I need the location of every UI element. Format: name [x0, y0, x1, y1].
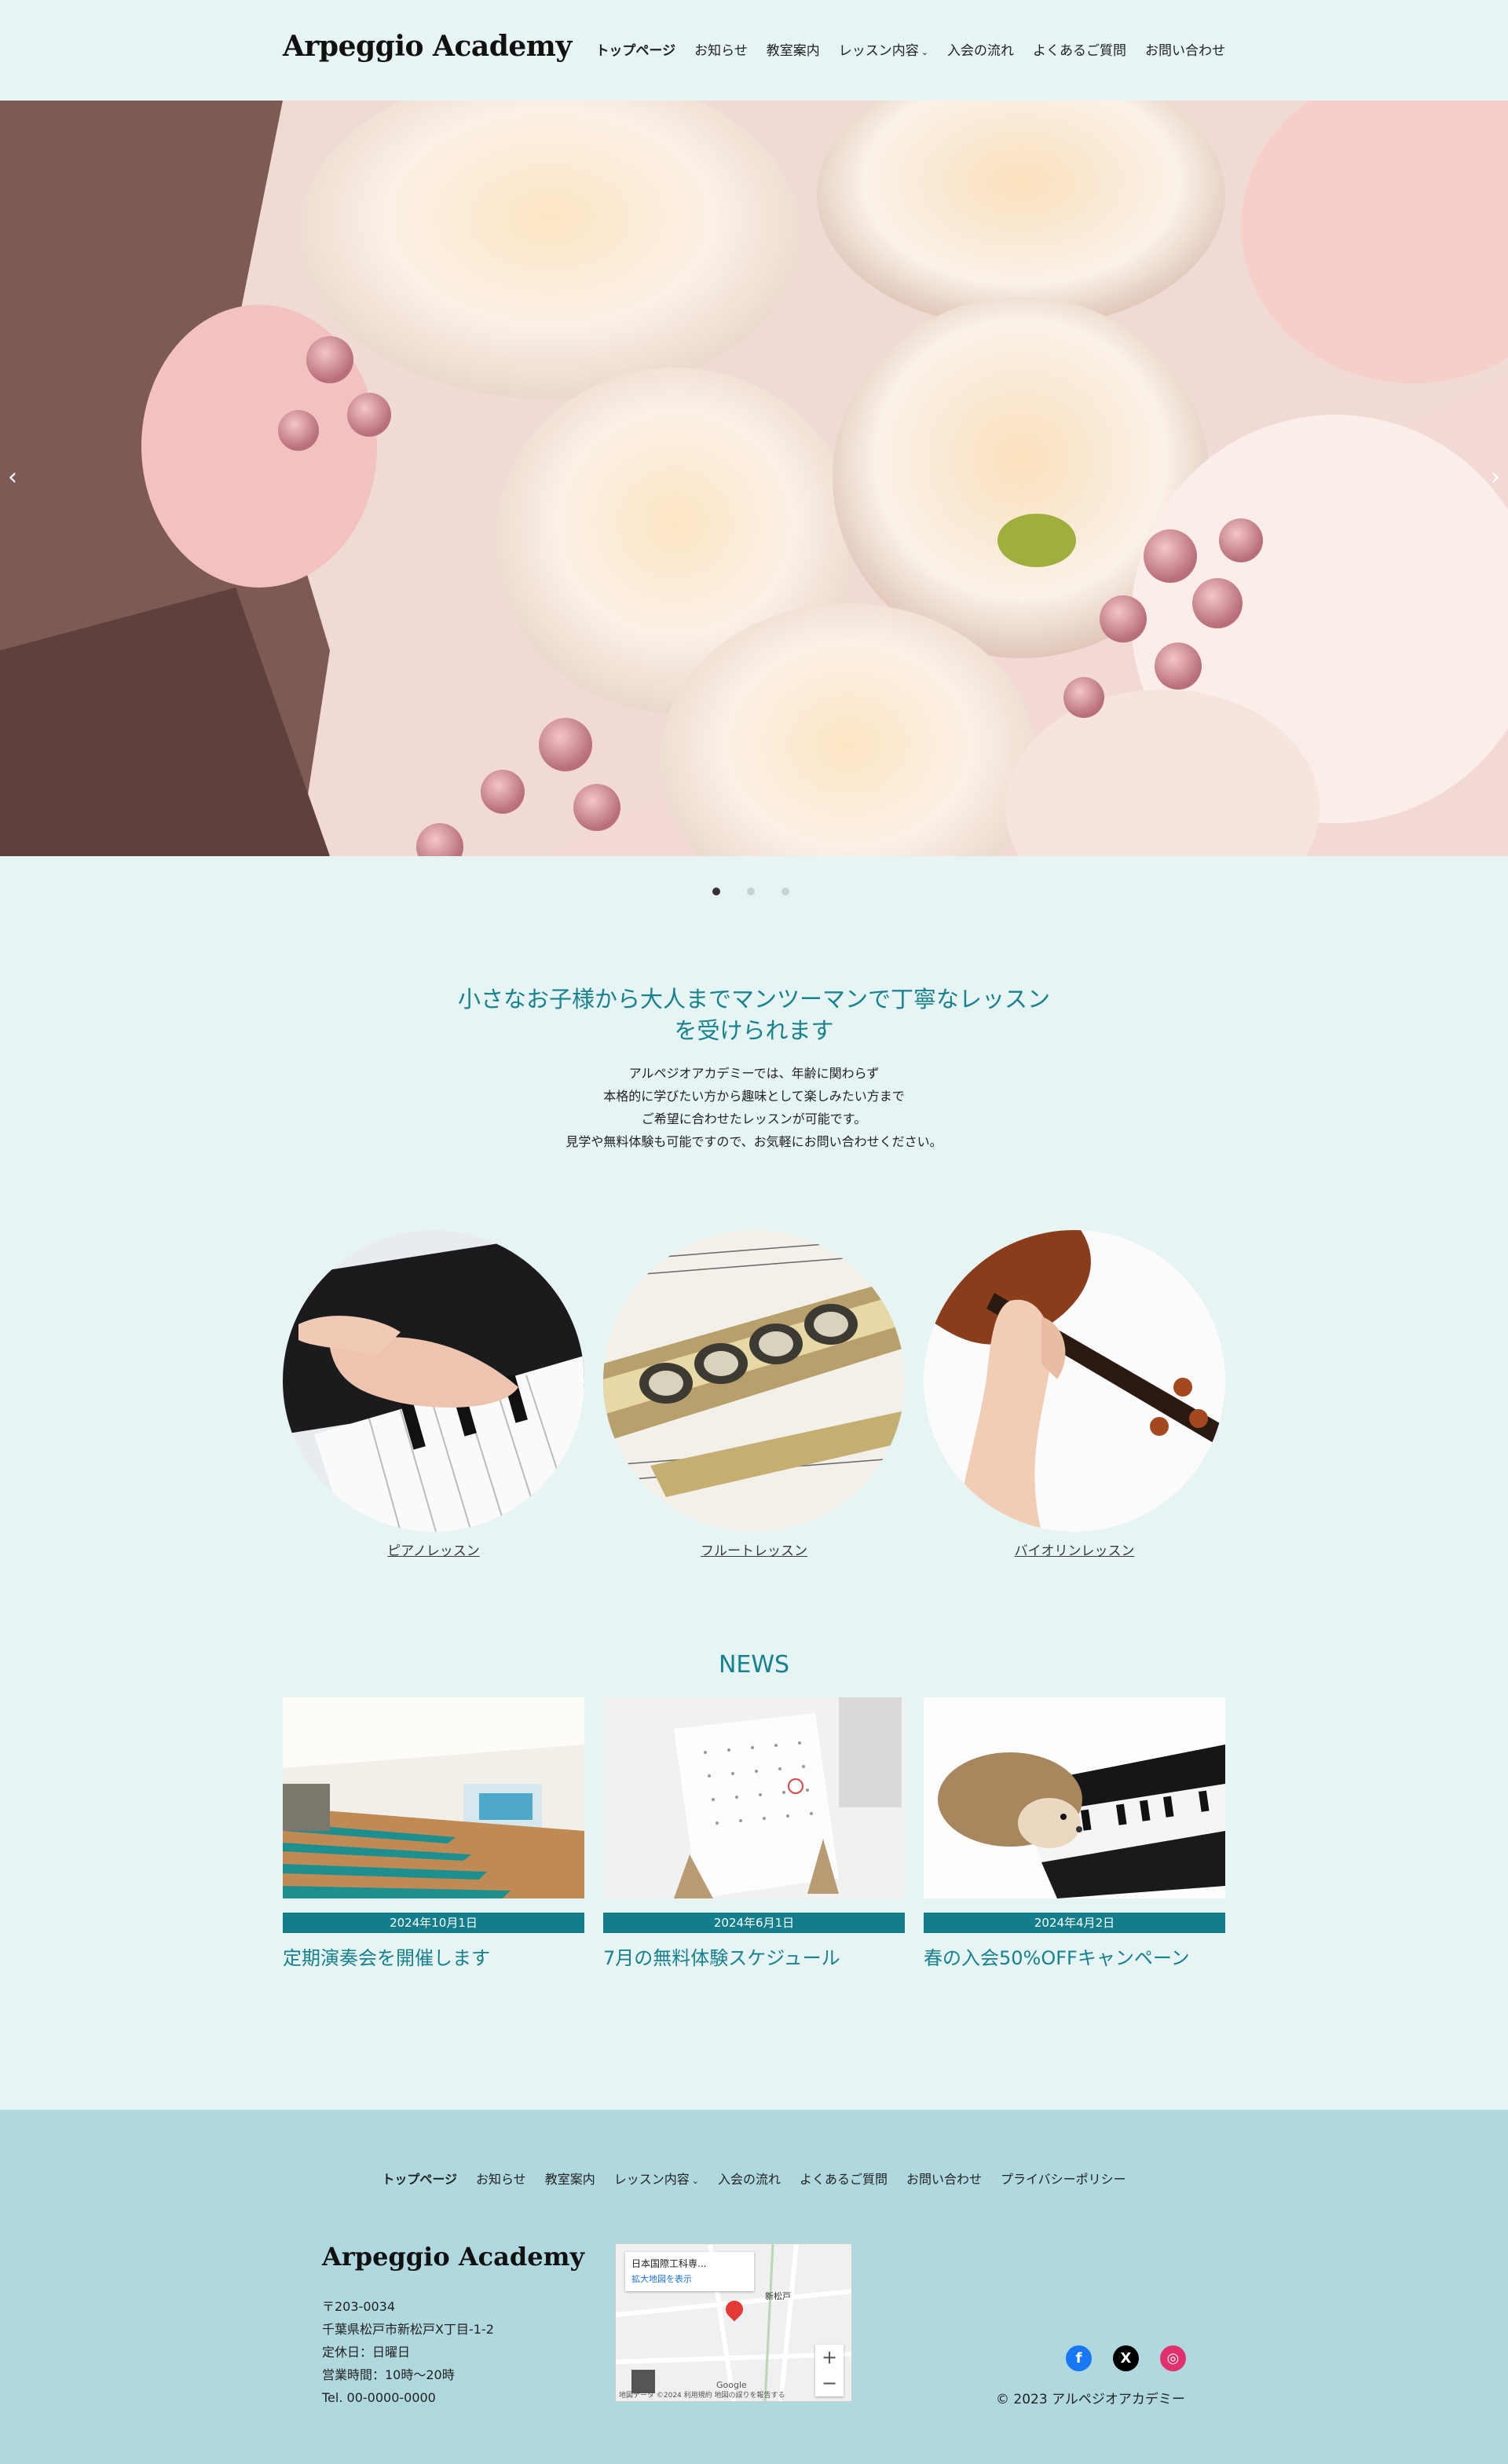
main-nav: トップページ お知らせ 教室案内 レッスン内容 ⌄ 入会の流れ よくあるご質問 お… [595, 39, 1225, 59]
intro-heading-line-1: 小さなお子様から大人までマンツーマンで丁寧なレッスン [457, 986, 1050, 1012]
chevron-down-icon: ⌄ [921, 47, 928, 57]
map-enlarge-link[interactable]: 拡大地図を表示 [631, 2272, 748, 2285]
slider-dots [712, 888, 789, 895]
footer-nav: トップページ お知らせ 教室案内 レッスン内容 ⌄ 入会の流れ よくあるご質問 お… [0, 2169, 1508, 2188]
news-date: 2024年6月1日 [603, 1913, 905, 1933]
nav-item-lessons-label: レッスン内容 [838, 43, 919, 59]
footer-nav-privacy[interactable]: プライバシーポリシー [1001, 2169, 1126, 2188]
footer-nav-contact[interactable]: お問い合わせ [906, 2169, 982, 2188]
intro-line-2: 本格的に学びたい方から趣味として楽しみたい方まで [603, 1089, 905, 1104]
map-footer-text: 地図データ ©2024 利用規約 地図の誤りを報告する [619, 2392, 785, 2400]
calendar-image[interactable] [603, 1697, 905, 1898]
site-header: Arpeggio Academy トップページ お知らせ 教室案内 レッスン内容… [0, 0, 1508, 101]
footer-nav-join-flow[interactable]: 入会の流れ [718, 2169, 781, 2188]
news-title[interactable]: 春の入会50%OFFキャンペーン [924, 1942, 1225, 1970]
postal-code: 〒203-0034 [322, 2299, 396, 2314]
business-hours: 営業時間：10時〜20時 [322, 2367, 455, 2382]
footer-nav-lessons-label: レッスン内容 [613, 2172, 690, 2187]
piano-lesson-image[interactable] [283, 1230, 584, 1532]
slider-dot-3[interactable] [781, 888, 789, 895]
nav-item-join-flow[interactable]: 入会の流れ [947, 39, 1014, 59]
lesson-card-violin: バイオリンレッスン [924, 1230, 1225, 1559]
nav-item-classroom[interactable]: 教室案内 [767, 39, 820, 59]
zoom-in-button[interactable]: + [815, 2345, 844, 2371]
concert-hall-image[interactable] [283, 1697, 584, 1898]
lesson-card-flute: フルートレッスン [603, 1230, 905, 1559]
news-heading: NEWS [718, 1651, 790, 1679]
footer-nav-classroom[interactable]: 教室案内 [545, 2169, 595, 2188]
site-footer: トップページ お知らせ 教室案内 レッスン内容 ⌄ 入会の流れ よくあるご質問 お… [0, 2110, 1508, 2464]
nav-item-news[interactable]: お知らせ [694, 39, 748, 59]
hero-image [0, 101, 1508, 856]
instagram-icon[interactable]: ◎ [1160, 2345, 1186, 2371]
violin-lesson-image[interactable] [924, 1230, 1225, 1532]
footer-address: 〒203-0034 千葉県松戸市新松戸X丁目-1-2 定休日：日曜日 営業時間：… [322, 2295, 494, 2409]
intro-heading: 小さなお子様から大人までマンツーマンで丁寧なレッスン を受けられます [283, 983, 1225, 1046]
facebook-icon[interactable]: f [1066, 2345, 1092, 2371]
map-place-name: 日本国際工科専... [631, 2258, 707, 2269]
google-map-embed[interactable]: 日本国際工科専... 拡大地図を表示 新松戸 + − Google 地図データ … [615, 2243, 852, 2402]
nav-item-top[interactable]: トップページ [595, 39, 675, 59]
piano-lesson-link[interactable]: ピアノレッスン [283, 1540, 584, 1559]
social-links: f X ◎ [1066, 2345, 1186, 2371]
slider-prev-icon[interactable]: ‹ [8, 463, 17, 491]
lesson-card-piano: ピアノレッスン [283, 1230, 584, 1559]
phone-number: Tel. 00-0000-0000 [322, 2390, 436, 2405]
intro-heading-line-2: を受けられます [674, 1017, 834, 1044]
x-icon[interactable]: X [1113, 2345, 1139, 2371]
footer-logo[interactable]: Arpeggio Academy [322, 2242, 584, 2272]
slider-dot-1[interactable] [712, 888, 720, 895]
news-card-concert[interactable]: 2024年10月1日 定期演奏会を開催します [283, 1697, 584, 1970]
street-address: 千葉県松戸市新松戸X丁目-1-2 [322, 2322, 494, 2337]
site-logo[interactable]: Arpeggio Academy [283, 30, 572, 63]
flute-lesson-image[interactable] [603, 1230, 905, 1532]
closed-days: 定休日：日曜日 [322, 2345, 411, 2360]
footer-nav-top[interactable]: トップページ [382, 2169, 457, 2188]
footer-nav-faq[interactable]: よくあるご質問 [800, 2169, 888, 2188]
nav-item-lessons[interactable]: レッスン内容 ⌄ [839, 39, 928, 59]
map-place-card: 日本国際工科専... 拡大地図を表示 [625, 2252, 754, 2291]
footer-nav-lessons[interactable]: レッスン内容 ⌄ [614, 2169, 699, 2188]
news-date: 2024年4月2日 [924, 1913, 1225, 1933]
nav-item-faq[interactable]: よくあるご質問 [1033, 39, 1126, 59]
copyright: © 2023 アルペジオアカデミー [996, 2392, 1185, 2407]
intro-body: アルペジオアカデミーでは、年齢に関わらず 本格的に学びたい方から趣味として楽しみ… [283, 1062, 1225, 1153]
slider-next-icon[interactable]: › [1491, 463, 1500, 491]
intro-line-1: アルペジオアカデミーでは、年齢に関わらず [628, 1066, 880, 1081]
hero-slider[interactable] [0, 101, 1508, 856]
hedgehog-piano-image[interactable] [924, 1697, 1225, 1898]
map-zoom-controls: + − [815, 2345, 844, 2396]
news-title[interactable]: 定期演奏会を開催します [283, 1942, 584, 1970]
news-title[interactable]: 7月の無料体験スケジュール [603, 1942, 905, 1970]
chevron-down-icon: ⌄ [691, 2176, 699, 2186]
news-date: 2024年10月1日 [283, 1913, 584, 1933]
flute-lesson-link[interactable]: フルートレッスン [603, 1540, 905, 1559]
intro-line-3: ご希望に合わせたレッスンが可能です。 [641, 1111, 867, 1126]
nav-item-contact[interactable]: お問い合わせ [1145, 39, 1225, 59]
slider-dot-2[interactable] [747, 888, 755, 895]
violin-lesson-link[interactable]: バイオリンレッスン [924, 1540, 1225, 1559]
map-station-label: 新松戸 [765, 2291, 791, 2301]
footer-nav-news[interactable]: お知らせ [476, 2169, 526, 2188]
zoom-out-button[interactable]: − [815, 2371, 844, 2396]
intro-line-4: 見学や無料体験も可能ですので、お気軽にお問い合わせください。 [566, 1134, 942, 1149]
news-card-schedule[interactable]: 2024年6月1日 7月の無料体験スケジュール [603, 1697, 905, 1970]
news-card-campaign[interactable]: 2024年4月2日 春の入会50%OFFキャンペーン [924, 1697, 1225, 1970]
